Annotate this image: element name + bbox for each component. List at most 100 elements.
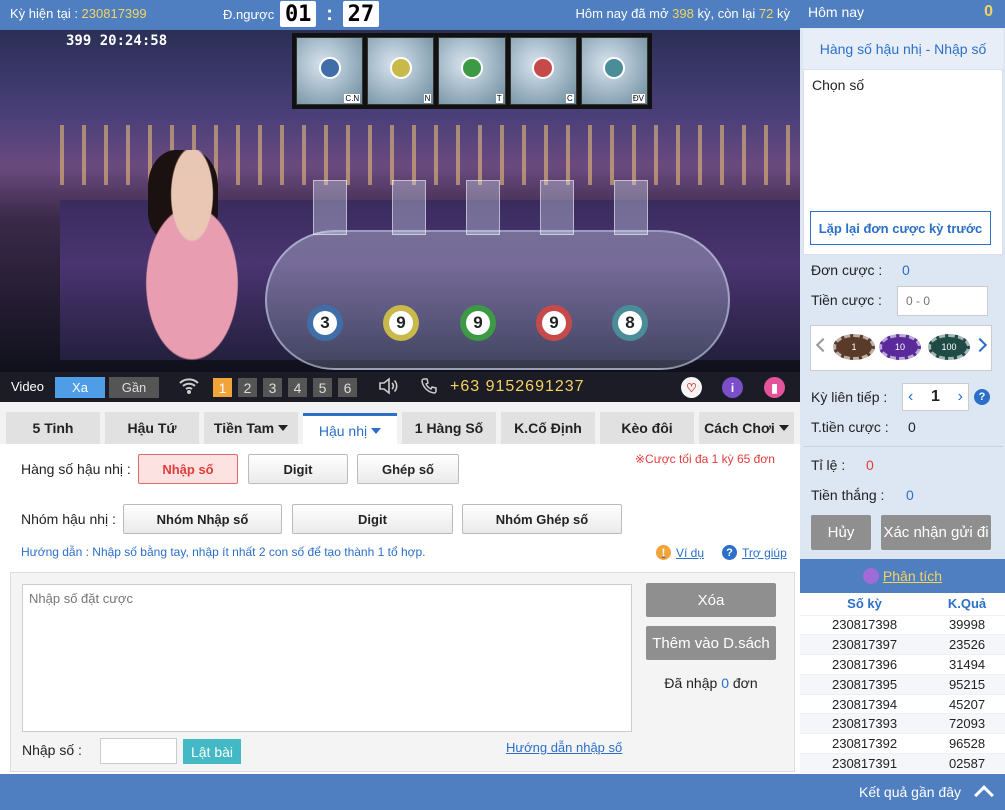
- table-row[interactable]: 230817391 02587: [800, 753, 1005, 774]
- nhap-so-button[interactable]: Nhập số: [138, 454, 238, 484]
- chip-10[interactable]: 10: [879, 334, 921, 360]
- entered-summary: Đã nhập 0 đơn: [646, 675, 776, 691]
- channel-6-button[interactable]: 6: [338, 378, 357, 397]
- today-bar: Hôm nay 0: [800, 0, 1005, 28]
- period-cell: 230817397: [800, 634, 930, 655]
- recent-results-bar[interactable]: Kết quả gần đây: [0, 774, 1005, 810]
- input-guide-link[interactable]: Hướng dẫn nhập số: [506, 740, 622, 755]
- choose-label: Chọn số: [812, 77, 865, 93]
- table-row[interactable]: 230817392 96528: [800, 733, 1005, 754]
- repeat-last-bet-button[interactable]: Lặp lại đơn cược kỳ trước: [810, 211, 991, 245]
- wifi-icon[interactable]: [178, 375, 200, 402]
- speaker-icon[interactable]: [377, 374, 401, 404]
- ball-number: 8: [618, 311, 642, 335]
- table-row[interactable]: 230817395 95215: [800, 673, 1005, 695]
- analysis-link[interactable]: Phân tích: [800, 559, 1005, 593]
- bet-count-label: Đơn cược :: [811, 262, 883, 278]
- tab-hau-tu[interactable]: Hậu Tứ: [105, 412, 199, 444]
- group-ghep-so-button[interactable]: Nhóm Ghép số: [462, 504, 622, 534]
- channel-3-button[interactable]: 3: [263, 378, 282, 397]
- bet-money-input[interactable]: [897, 286, 988, 316]
- flip-button[interactable]: Lật bài: [183, 739, 241, 764]
- tab-tien-tam[interactable]: Tiền Tam: [204, 412, 298, 444]
- info-icon[interactable]: i: [722, 377, 743, 398]
- drum-tube: [540, 180, 574, 235]
- thumb-label: C.N: [344, 94, 361, 103]
- rate-label: Tỉ lệ :: [811, 457, 846, 473]
- channel-5-button[interactable]: 5: [313, 378, 332, 397]
- period-cell: 230817391: [800, 753, 930, 774]
- period-header: Số kỳ: [847, 596, 882, 612]
- group-digit-button[interactable]: Digit: [292, 504, 453, 534]
- thumb-label: ĐV: [631, 94, 646, 103]
- table-row[interactable]: 230817397 23526: [800, 634, 1005, 655]
- countdown: Đ.ngược 01 : 27: [223, 1, 379, 27]
- table-row[interactable]: 230817396 31494: [800, 654, 1005, 675]
- confirm-submit-button[interactable]: Xác nhận gửi đi: [881, 515, 991, 550]
- view-near-button[interactable]: Gần: [109, 377, 159, 398]
- tab-hau-nhi[interactable]: Hậu nhị: [303, 413, 397, 445]
- tab-k-co-dinh[interactable]: K.Cố Định: [501, 412, 595, 444]
- consecutive-stepper[interactable]: ‹ 1 ›: [902, 383, 969, 411]
- tab-keo-doi[interactable]: Kèo đôi: [600, 412, 694, 444]
- table-row[interactable]: 230817393 72093: [800, 713, 1005, 734]
- result-ball: 9: [460, 305, 496, 341]
- max-bet-warning: ※Cược tối đa 1 kỳ 65 đơn: [635, 452, 775, 466]
- digit-button[interactable]: Digit: [248, 454, 348, 484]
- table-row[interactable]: 230817398 39998: [800, 614, 1005, 635]
- today-text-a: Hôm nay đã mở: [575, 6, 669, 21]
- bet-number-textarea[interactable]: [22, 584, 632, 732]
- result-ball: 3: [307, 305, 343, 341]
- row2-label: Nhóm hậu nhị :: [21, 511, 116, 527]
- decrement-icon[interactable]: ‹: [908, 388, 913, 406]
- live-video[interactable]: 399 20:24:58 C.N N T C ĐV 3 9 9 9 8: [0, 30, 800, 372]
- number-input[interactable]: [100, 738, 177, 764]
- add-to-list-button[interactable]: Thêm vào D.sách: [646, 626, 776, 660]
- question-icon[interactable]: ?: [974, 389, 990, 405]
- result-ball: 9: [536, 305, 572, 341]
- warning-icon: !: [656, 545, 671, 560]
- channel-1-button[interactable]: 1: [213, 378, 232, 397]
- period-cell: 230817395: [800, 673, 930, 695]
- bet-count-value: 0: [902, 262, 910, 278]
- entered-label-a: Đã nhập: [664, 675, 718, 691]
- ball-thumb: N: [367, 37, 435, 105]
- tab-label: K.Cố Định: [514, 420, 582, 436]
- countdown-label: Đ.ngược: [223, 6, 275, 22]
- tab-cach-choi[interactable]: Cách Chơi: [699, 412, 794, 444]
- table-row[interactable]: 230817394 45207: [800, 693, 1005, 714]
- delete-button[interactable]: Xóa: [646, 583, 776, 617]
- view-far-button[interactable]: Xa: [55, 377, 105, 398]
- opened-count: 398: [672, 6, 694, 21]
- tab-label: Hậu Tứ: [127, 420, 177, 436]
- tab-5-tinh[interactable]: 5 Tinh: [6, 412, 100, 444]
- tab-label: 1 Hàng Số: [414, 420, 484, 436]
- group-nhap-so-button[interactable]: Nhóm Nhập số: [123, 504, 282, 534]
- tab-label: Hậu nhị: [318, 422, 368, 439]
- channel-4-button[interactable]: 4: [288, 378, 307, 397]
- tab-1-hang-so[interactable]: 1 Hàng Số: [402, 412, 496, 444]
- total-bet-label: T.tiền cược :: [811, 419, 889, 435]
- today-summary: Hôm nay đã mở 398 kỳ, còn lại 72 kỳ: [575, 6, 790, 21]
- result-cell: 45207: [929, 693, 1005, 714]
- selected-mode-title: Hàng số hậu nhị - Nhập số: [803, 29, 1003, 69]
- result-cell: 23526: [929, 634, 1005, 655]
- help-link[interactable]: ? Trợ giúp: [722, 545, 787, 560]
- remaining-count: 72: [758, 6, 774, 21]
- drum-tube: [313, 180, 347, 235]
- result-ball: 9: [383, 305, 419, 341]
- ball-thumb: C.N: [296, 37, 364, 105]
- increment-icon[interactable]: ›: [958, 388, 963, 406]
- channel-2-button[interactable]: 2: [238, 378, 257, 397]
- chevron-up-icon[interactable]: [974, 785, 994, 805]
- cancel-button[interactable]: Hủy: [811, 515, 871, 550]
- ghep-so-button[interactable]: Ghép số: [357, 454, 459, 484]
- chat-icon[interactable]: ♡: [681, 377, 702, 398]
- period-cell: 230817392: [800, 733, 930, 754]
- chip-1[interactable]: 1: [833, 334, 875, 360]
- example-link[interactable]: ! Ví dụ: [656, 545, 704, 560]
- period-cell: 230817394: [800, 693, 930, 714]
- rate-value: 0: [866, 457, 874, 473]
- chart-icon[interactable]: ▮: [764, 377, 785, 398]
- chip-100[interactable]: 100: [928, 334, 970, 360]
